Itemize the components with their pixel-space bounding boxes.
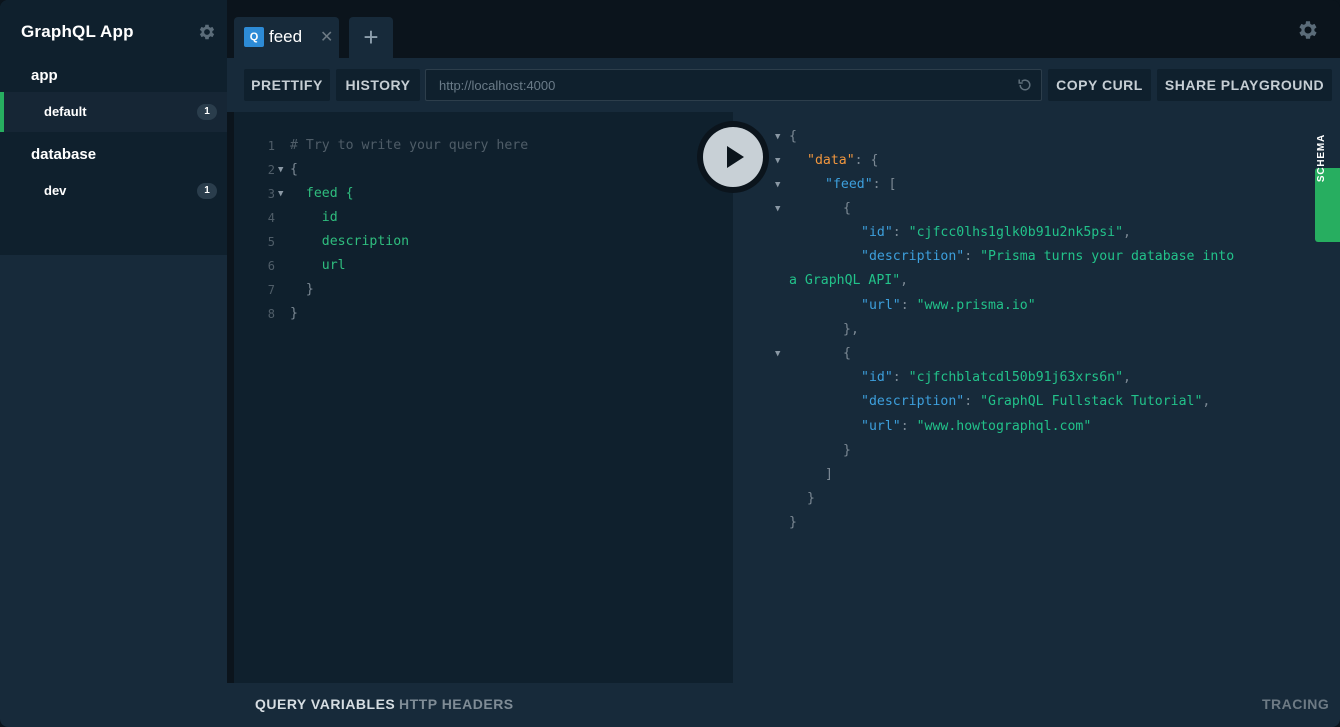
line-number: 3 [267,187,275,201]
query-editor[interactable]: 1 2 3 4 5 6 7 8 ▼ ▼ # Try to write your … [234,112,733,683]
http-headers-tab[interactable]: HTTP HEADERS [399,696,514,712]
code-line: { [290,162,298,177]
fold-arrow-icon[interactable]: ▼ [278,182,283,206]
app-title: GraphQL App [21,22,134,41]
json-line: "id": "cjfcc0lhs1glk0b91u2nk5psi", [861,225,1131,240]
count-badge: 1 [197,104,217,120]
history-button[interactable]: HISTORY [336,69,420,101]
plus-icon[interactable]: + [349,17,393,58]
project-list: GraphQL App app default 1 database dev 1 [0,0,227,255]
code-line: } [290,282,314,297]
line-number: 8 [267,307,275,321]
endpoint-label: dev [44,183,67,198]
fold-arrow-icon[interactable]: ▼ [775,342,780,366]
copy-curl-button[interactable]: COPY CURL [1048,69,1151,101]
line-number: 2 [267,163,275,177]
json-line: } [807,491,815,506]
json-line: "data": { [807,153,879,168]
tab-feed[interactable]: Q feed ✕ [234,17,339,58]
json-line: }, [843,322,859,337]
json-line: "url": "www.howtographql.com" [861,419,1092,434]
endpoint-default[interactable]: default 1 [0,92,227,132]
code-line: url [290,258,346,273]
endpoint-url-input[interactable] [425,69,1042,101]
query-variables-tab[interactable]: QUERY VARIABLES [255,696,395,712]
tracing-tab[interactable]: TRACING [1262,696,1329,712]
line-number: 1 [267,139,275,153]
project-database[interactable]: database [31,146,96,163]
tab-bar: Q feed ✕ + [227,0,1340,58]
endpoint-dev[interactable]: dev 1 [0,171,227,211]
code-line: description [290,234,410,249]
json-line: "description": "GraphQL Fullstack Tutori… [861,394,1211,409]
main-panel: Q feed ✕ + PRETTIFY HISTORY COPY CURL SH… [227,0,1340,727]
fold-arrow-icon[interactable]: ▼ [775,125,780,149]
play-icon [727,146,744,168]
prettify-button[interactable]: PRETTIFY [244,69,330,101]
line-number: 6 [267,259,275,273]
json-line: { [843,201,851,216]
json-line: "url": "www.prisma.io" [861,298,1036,313]
fold-arrow-icon[interactable]: ▼ [278,158,283,182]
execute-button[interactable] [697,121,769,193]
playground-window: GraphQL App app default 1 database dev 1… [0,0,1340,727]
line-number: 5 [267,235,275,249]
json-line: a GraphQL API", [789,273,909,288]
code-line: } [290,306,298,321]
code-line: id [290,210,338,225]
share-playground-button[interactable]: SHARE PLAYGROUND [1157,69,1332,101]
gear-icon[interactable] [1296,18,1320,42]
json-line: ] [825,467,833,482]
gear-icon[interactable] [197,22,217,42]
json-line: { [789,129,797,144]
json-line: "description": "Prisma turns your databa… [861,249,1235,264]
code-line: feed { [290,186,354,201]
reload-icon[interactable] [1017,77,1033,93]
fold-arrow-icon[interactable]: ▼ [775,197,780,221]
json-line: } [789,515,797,530]
close-icon[interactable]: ✕ [320,27,333,47]
sidebar: GraphQL App app default 1 database dev 1 [0,0,227,727]
project-app[interactable]: app [31,67,58,84]
json-line: } [843,443,851,458]
json-line: "feed": [ [825,177,897,192]
toolbar: PRETTIFY HISTORY COPY CURL SHARE PLAYGRO… [227,58,1340,112]
endpoint-label: default [44,104,87,119]
fold-arrow-icon[interactable]: ▼ [775,173,780,197]
json-line: { [843,346,851,361]
fold-arrow-icon[interactable]: ▼ [775,149,780,173]
query-badge-icon: Q [244,27,264,47]
count-badge: 1 [197,183,217,199]
tab-label: feed [269,27,303,46]
json-line: "id": "cjfchblatcdl50b91j63xrs6n", [861,370,1131,385]
schema-tab-label: SCHEMA [1316,133,1327,183]
code-line: # Try to write your query here [290,138,529,153]
execute-button-face [703,127,763,187]
schema-tab[interactable]: SCHEMA [1315,134,1340,242]
line-number: 4 [267,211,275,225]
bottom-bar: QUERY VARIABLES HTTP HEADERS TRACING [227,683,1340,727]
response-viewer: ▼ ▼ ▼ ▼ ▼ { "data": { "feed": [ { "id": … [733,112,1340,683]
line-number: 7 [267,283,275,297]
